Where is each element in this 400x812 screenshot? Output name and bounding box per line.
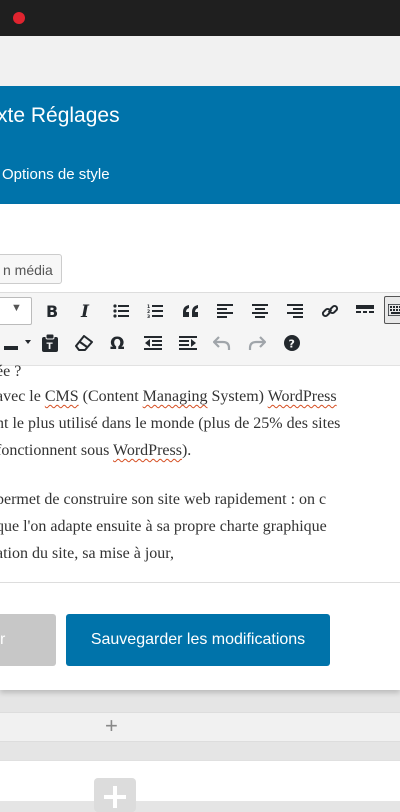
text-span: permet de construire son site web rapide… [0, 491, 327, 508]
svg-text:T: T [47, 342, 54, 352]
text-color-icon[interactable] [2, 330, 36, 356]
text-span: ation du site, sa mise à jour, [0, 545, 174, 562]
text-line: fonctionnent sous WordPress). [0, 437, 400, 464]
text-span: nt le plus utilisé dans le monde (plus d… [0, 415, 341, 432]
link-icon[interactable] [317, 298, 343, 324]
record-indicator-icon [13, 12, 25, 24]
text-line: avec le CMS (Content Managing System) Wo… [0, 383, 400, 410]
bold-icon[interactable]: B [39, 298, 65, 324]
text-line: ée ? [0, 363, 22, 380]
misspelled-word[interactable]: CMS [45, 388, 79, 405]
align-right-icon[interactable] [282, 298, 308, 324]
read-more-icon[interactable] [352, 298, 378, 324]
outdent-icon[interactable] [140, 330, 166, 356]
text-line: permet de construire son site web rapide… [0, 486, 400, 513]
blockquote-icon[interactable] [178, 298, 204, 324]
text-line: que l'on adapte ensuite à sa propre char… [0, 513, 400, 540]
tab-style-options[interactable]: Options de style [2, 166, 110, 183]
svg-text:?: ? [289, 338, 295, 351]
lower-panel [0, 760, 400, 801]
text-line: ation du site, sa mise à jour, [0, 540, 400, 567]
format-select-caret-icon: ▼ [11, 302, 22, 314]
save-changes-button[interactable]: Sauvegarder les modifications [66, 614, 330, 666]
text-span: fonctionnent sous [0, 442, 114, 459]
misspelled-word[interactable]: Managing [143, 388, 208, 405]
help-icon[interactable]: ? [279, 330, 305, 356]
align-center-icon[interactable] [247, 298, 273, 324]
misspelled-word[interactable]: WordPress [268, 388, 337, 405]
misspelled-word[interactable]: WordPress [113, 442, 182, 459]
svg-text:I: I [80, 303, 90, 319]
text-span: System) [207, 388, 268, 405]
clear-formatting-icon[interactable] [71, 330, 97, 356]
undo-icon[interactable] [209, 330, 235, 356]
align-left-icon[interactable] [212, 298, 238, 324]
redo-icon[interactable] [244, 330, 270, 356]
italic-icon[interactable]: I [73, 298, 99, 324]
editor-content[interactable]: ée ? avec le CMS (Content Managing Syste… [0, 363, 400, 567]
numbered-list-icon[interactable]: 123 [142, 298, 168, 324]
indent-icon[interactable] [175, 330, 201, 356]
top-bar [0, 0, 400, 36]
text-span: ). [181, 442, 192, 459]
add-row-bar[interactable] [0, 712, 400, 742]
special-character-icon[interactable]: Ω [105, 330, 131, 356]
add-media-button[interactable]: n média [0, 254, 62, 284]
modal-title: xte Réglages [0, 104, 120, 127]
top-toolbar-strip [0, 36, 400, 86]
text-span: avec le [0, 388, 45, 405]
paragraph-1: ée ? [0, 358, 21, 385]
svg-text:B: B [46, 303, 58, 319]
add-section-plus-icon[interactable] [94, 778, 136, 812]
svg-text:3: 3 [147, 314, 150, 318]
bullet-list-icon[interactable] [108, 298, 134, 324]
text-span: que l'on adapte ensuite à sa propre char… [0, 518, 327, 535]
toolbar-toggle-icon[interactable] [384, 296, 400, 324]
cancel-button[interactable]: r [0, 614, 56, 666]
text-line: nt le plus utilisé dans le monde (plus d… [0, 410, 400, 437]
text-span: (Content [78, 388, 143, 405]
svg-text:Ω: Ω [110, 335, 124, 351]
editor-bottom-divider [0, 582, 400, 583]
format-select[interactable]: ▼ [0, 297, 32, 325]
add-row-plus-icon[interactable]: + [105, 715, 118, 737]
paste-as-text-icon[interactable]: T [37, 330, 63, 356]
